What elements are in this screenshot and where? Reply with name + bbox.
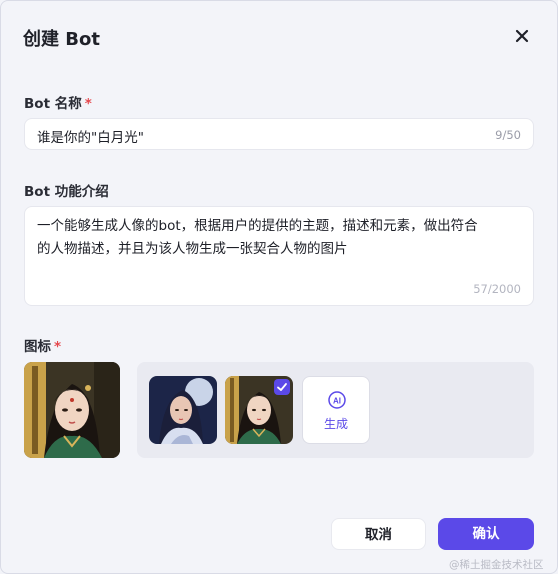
create-bot-dialog: 创建 Bot Bot 名称 * 谁是你的"白月光" 9/50 Bot 功能介绍 一… — [0, 0, 558, 574]
bot-description-label: Bot 功能介绍 — [24, 184, 109, 200]
avatar-option-2[interactable] — [225, 376, 293, 444]
generate-avatar-button[interactable]: AI 生成 — [302, 376, 370, 444]
bot-description-value: 一个能够生成人像的bot，根据用户的提供的主题，描述和元素，做出符合的人物描述，… — [37, 218, 478, 257]
selected-avatar-preview — [24, 362, 120, 458]
watermark: @稀土掘金技术社区 — [449, 559, 544, 571]
bot-name-char-count: 9/50 — [495, 128, 521, 142]
avatar-option-1[interactable] — [149, 376, 217, 444]
bot-name-value: 谁是你的"白月光" — [37, 130, 144, 146]
svg-text:AI: AI — [333, 397, 341, 406]
bot-name-input[interactable]: 谁是你的"白月光" 9/50 — [24, 118, 534, 150]
dialog-title: 创建 Bot — [23, 29, 100, 50]
generate-label: 生成 — [323, 417, 348, 431]
required-mark: * — [54, 339, 62, 355]
ai-sparkle-icon: AI — [328, 391, 346, 409]
bot-description-textarea[interactable]: 一个能够生成人像的bot，根据用户的提供的主题，描述和元素，做出符合的人物描述，… — [24, 206, 534, 306]
icon-picker: AI 生成 — [137, 362, 534, 458]
cancel-button[interactable]: 取消 — [331, 518, 426, 550]
bot-name-label: Bot 名称 * — [24, 96, 92, 112]
selected-check-icon — [274, 379, 290, 395]
icon-label: 图标 * — [24, 339, 62, 355]
required-mark: * — [84, 96, 92, 112]
bot-description-char-count: 57/2000 — [473, 282, 521, 296]
close-icon[interactable] — [511, 25, 533, 47]
confirm-button[interactable]: 确认 — [438, 518, 534, 550]
